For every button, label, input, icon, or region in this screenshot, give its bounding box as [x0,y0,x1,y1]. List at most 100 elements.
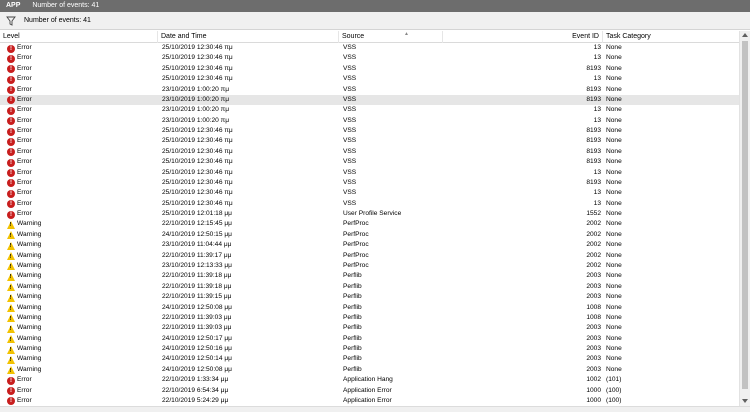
scroll-up-icon[interactable] [742,33,748,37]
table-row[interactable]: ! Error 25/10/2019 12:01:18 μμ User Profile… [0,209,739,219]
column-header-task-category[interactable]: Task Category [603,31,739,43]
table-row[interactable]: ! Warning 23/10/2019 11:04:44 μμ PerfProc 20… [0,240,739,250]
cell-task-category: None [606,44,622,51]
cell-task-category: None [606,251,622,259]
error-icon: ! [7,65,15,74]
level-text: Warning [17,220,42,228]
table-row[interactable]: ! Error 22/10/2019 1:33:34 μμ Application H… [0,375,739,385]
table-row[interactable]: ! Error 22/10/2019 6:54:34 μμ Application E… [0,386,739,396]
table-row[interactable]: ! Warning 22/10/2019 11:39:15 μμ Perflib 200… [0,292,739,302]
table-row[interactable]: ! Error 23/10/2019 1:00:20 πμ VSS 8193 None [0,85,739,95]
warning-icon: ! [7,314,15,323]
table-row[interactable]: ! Error 25/10/2019 12:30:46 πμ VSS 13 None [0,199,739,209]
table-row[interactable]: ! Warning 24/10/2019 12:50:16 μμ Perflib 200… [0,344,739,354]
cell-level: ! Error [7,116,157,126]
column-header-date[interactable]: Date and Time [158,31,339,43]
level-text: Warning [17,313,42,321]
events-table: Level Date and Time Source Event ID Task… [0,31,739,406]
table-row[interactable]: ! Warning 24/10/2019 12:50:17 μμ Perflib 200… [0,334,739,344]
table-row[interactable]: ! Error 25/10/2019 12:30:46 πμ VSS 8193 None [0,64,739,74]
cell-event-id: 1002 [586,376,601,384]
table-row[interactable]: ! Error 25/10/2019 12:30:46 πμ VSS 13 None [0,43,739,53]
error-icon: ! [7,54,15,63]
cell-task-category: None [606,230,622,238]
table-row[interactable]: ! Error 25/10/2019 12:30:46 πμ VSS 8193 None [0,157,739,167]
cell-event-id: 2003 [586,355,601,363]
table-row[interactable]: ! Warning 23/10/2019 12:13:33 μμ PerfProc 20… [0,261,739,271]
cell-task-category: None [606,210,622,218]
level-text: Warning [17,251,42,259]
table-row[interactable]: ! Error 25/10/2019 12:30:46 πμ VSS 8193 None [0,126,739,136]
level-text: Warning [17,261,42,269]
warning-icon: ! [7,324,15,333]
table-row[interactable]: ! Warning 22/10/2019 11:39:17 μμ PerfProc 20… [0,251,739,261]
cell-level: ! Warning [7,313,157,323]
error-icon: ! [7,179,15,188]
column-header-level[interactable]: Level [0,31,158,43]
table-row[interactable]: ! Error 25/10/2019 12:30:46 πμ VSS 8193 None [0,136,739,146]
column-header-source[interactable]: Source [339,31,443,43]
level-text: Error [17,396,32,404]
cell-task-category: None [606,365,622,373]
table-row[interactable]: ! Warning 24/10/2019 12:50:15 μμ PerfProc 20… [0,230,739,240]
vertical-scrollbar[interactable] [739,31,750,406]
table-row[interactable]: ! Warning 24/10/2019 12:50:14 μμ Perflib 200… [0,354,739,364]
cell-task-category: None [606,127,622,135]
table-row[interactable]: ! Warning 22/10/2019 11:39:03 μμ Perflib 200… [0,323,739,333]
error-icon: ! [7,96,15,105]
error-icon: ! [7,106,15,115]
column-header-event-id[interactable]: Event ID [443,31,603,43]
table-row[interactable]: ! Warning 22/10/2019 11:39:18 μμ Perflib 200… [0,282,739,292]
level-text: Warning [17,355,42,363]
cell-event-id: 13 [593,44,601,51]
cell-event-id: 2003 [586,345,601,353]
cell-date: 25/10/2019 12:30:46 πμ [162,158,233,166]
cell-level: ! Warning [7,251,157,261]
error-icon: ! [7,189,15,198]
level-text: Error [17,44,32,51]
cell-level: ! Error [7,209,157,219]
error-icon: ! [7,376,15,385]
title-event-count: Number of events: 41 [32,2,100,9]
table-header: Level Date and Time Source Event ID Task… [0,31,739,43]
scroll-down-icon[interactable] [742,399,748,403]
cell-level: ! Error [7,157,157,167]
cell-date: 25/10/2019 12:30:46 πμ [162,127,233,135]
table-row[interactable]: ! Error 25/10/2019 12:30:46 πμ VSS 13 None [0,53,739,63]
level-text: Error [17,64,32,72]
table-row[interactable]: ! Warning 22/10/2019 12:15:45 μμ PerfProc 20… [0,219,739,229]
table-row[interactable]: ! Error 22/10/2019 5:24:29 μμ Application E… [0,396,739,406]
horizontal-scrollbar[interactable] [0,406,750,412]
table-row[interactable]: ! Warning 24/10/2019 12:50:08 μμ Perflib 200… [0,365,739,375]
cell-event-id: 2002 [586,230,601,238]
cell-date: 25/10/2019 12:01:18 μμ [162,210,232,218]
table-row[interactable]: ! Warning 24/10/2019 12:50:08 μμ Perflib 100… [0,303,739,313]
table-row[interactable]: ! Error 23/10/2019 1:00:20 πμ VSS 13 None [0,105,739,115]
filter-icon[interactable] [6,16,16,26]
table-row[interactable]: ! Error 25/10/2019 12:30:46 πμ VSS 13 None [0,74,739,84]
table-row[interactable]: ! Error 25/10/2019 12:30:46 πμ VSS 13 None [0,168,739,178]
table-row[interactable]: ! Error 25/10/2019 12:30:46 πμ VSS 13 None [0,188,739,198]
table-row[interactable]: ! Error 25/10/2019 12:30:46 πμ VSS 8193 None [0,147,739,157]
table-row[interactable]: ! Error 23/10/2019 1:00:20 πμ VSS 13 None [0,116,739,126]
cell-date: 22/10/2019 5:24:29 μμ [162,396,229,404]
cell-level: ! Error [7,386,157,396]
cell-date: 23/10/2019 1:00:20 πμ [162,95,230,103]
table-row[interactable]: ! Warning 22/10/2019 11:39:03 μμ Perflib 100… [0,313,739,323]
table-row[interactable]: ! Warning 22/10/2019 11:39:18 μμ Perflib 200… [0,271,739,281]
cell-task-category: None [606,54,622,62]
cell-level: ! Warning [7,271,157,281]
scroll-thumb[interactable] [742,41,748,389]
cell-date: 25/10/2019 12:30:46 πμ [162,54,233,62]
cell-event-id: 2003 [586,324,601,332]
cell-event-id: 2003 [586,365,601,373]
cell-date: 24/10/2019 12:50:16 μμ [162,345,232,353]
table-row[interactable]: ! Error 23/10/2019 1:00:20 πμ VSS 8193 None [0,94,739,106]
cell-task-category: None [606,85,622,93]
error-icon: ! [7,75,15,84]
filter-bar: Number of events: 41 [0,12,750,30]
cell-event-id: 13 [593,75,601,83]
table-row[interactable]: ! Error 25/10/2019 12:30:46 πμ VSS 8193 None [0,178,739,188]
error-icon: ! [7,117,15,126]
level-text: Warning [17,334,42,342]
